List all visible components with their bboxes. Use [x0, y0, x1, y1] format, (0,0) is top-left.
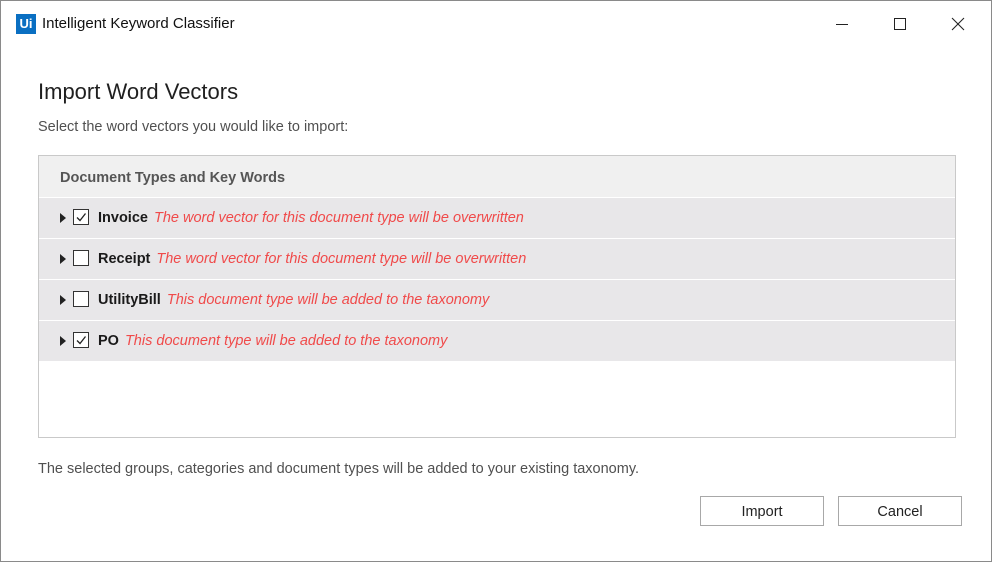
- document-type-name: Receipt: [98, 251, 151, 267]
- tree-header: Document Types and Key Words: [39, 156, 955, 197]
- row-status-note: This document type will be added to the …: [166, 292, 490, 308]
- expand-arrow-icon[interactable]: [58, 253, 68, 265]
- checkbox-po[interactable]: [73, 332, 89, 348]
- checkmark-icon: [76, 336, 87, 345]
- dialog-heading: Import Word Vectors: [38, 79, 239, 104]
- maximize-icon: [894, 18, 906, 30]
- row-status-note: This document type will be added to the …: [124, 333, 448, 349]
- row-status-note: The word vector for this document type w…: [153, 210, 524, 226]
- maximize-button[interactable]: [871, 1, 929, 47]
- tree-header-label: Document Types and Key Words: [60, 170, 286, 186]
- dialog-subtitle: Select the word vectors you would like t…: [38, 119, 349, 135]
- checkbox-utilitybill[interactable]: [73, 291, 89, 307]
- document-types-tree: Document Types and Key Words Invoice The …: [38, 155, 956, 438]
- import-button[interactable]: Import: [700, 496, 824, 526]
- row-label: Invoice The word vector for this document…: [98, 210, 524, 226]
- minimize-button[interactable]: [813, 1, 871, 47]
- title-bar[interactable]: Ui Intelligent Keyword Classifier: [1, 1, 991, 47]
- row-label: Receipt The word vector for this document…: [98, 251, 526, 267]
- row-label: UtilityBill This document type will be ad…: [98, 292, 489, 308]
- tree-row-po[interactable]: PO This document type will be added to th…: [39, 321, 955, 361]
- tree-row-utilitybill[interactable]: UtilityBill This document type will be ad…: [39, 280, 955, 320]
- checkmark-icon: [76, 213, 87, 222]
- expand-arrow-icon[interactable]: [58, 212, 68, 224]
- expand-arrow-icon[interactable]: [58, 335, 68, 347]
- tree-row-invoice[interactable]: Invoice The word vector for this document…: [39, 198, 955, 238]
- row-label: PO This document type will be added to th…: [98, 333, 447, 349]
- checkbox-receipt[interactable]: [73, 250, 89, 266]
- document-type-name: Invoice: [98, 210, 148, 226]
- tree-row-receipt[interactable]: Receipt The word vector for this document…: [39, 239, 955, 279]
- expand-arrow-icon[interactable]: [58, 294, 68, 306]
- checkbox-invoice[interactable]: [73, 209, 89, 225]
- minimize-icon: [836, 24, 848, 25]
- close-button[interactable]: [929, 1, 987, 47]
- document-type-name: UtilityBill: [98, 292, 161, 308]
- import-dialog-window: Ui Intelligent Keyword Classifier Import…: [0, 0, 992, 562]
- row-status-note: The word vector for this document type w…: [156, 251, 527, 267]
- close-icon: [951, 17, 965, 31]
- cancel-button[interactable]: Cancel: [838, 496, 962, 526]
- app-logo-icon: Ui: [16, 14, 36, 34]
- footer-note: The selected groups, categories and docu…: [38, 461, 640, 477]
- document-type-name: PO: [98, 333, 119, 349]
- window-title: Intelligent Keyword Classifier: [42, 15, 235, 32]
